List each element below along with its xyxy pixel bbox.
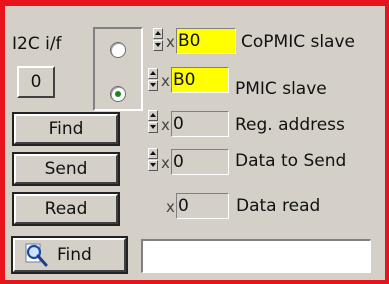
radio-pmic-slave[interactable]: [110, 86, 126, 102]
pmic-slave-label: PMIC slave: [235, 79, 327, 99]
hex-prefix: x: [166, 198, 175, 216]
i2c-index-control[interactable]: 0: [17, 66, 55, 98]
copmic-slave-label: CoPMIC slave: [241, 32, 355, 52]
reg-address-label: Reg. address: [235, 115, 345, 135]
search-find-button[interactable]: Find: [11, 236, 128, 274]
hex-prefix: x: [161, 116, 170, 134]
send-button[interactable]: Send: [12, 152, 120, 186]
magnifier-icon: [25, 243, 48, 267]
radio-selected-dot: [115, 91, 121, 97]
pmic-slave-spinner[interactable]: [148, 68, 158, 92]
read-button[interactable]: Read: [12, 192, 120, 226]
pmic-slave-input[interactable]: B0: [171, 67, 229, 93]
border-bottom: [0, 280, 389, 284]
reg-address-input[interactable]: 0: [171, 111, 229, 137]
data-to-send-spinner[interactable]: [148, 148, 158, 172]
i2c-control-panel: I2C i/f 0 x B0 CoPMIC slave x B0 PMIC sl…: [0, 0, 389, 284]
border-left: [0, 0, 5, 284]
hex-prefix: x: [161, 154, 170, 172]
data-read-indicator: 0: [176, 193, 229, 219]
hex-prefix: x: [166, 33, 175, 51]
border-right: [385, 0, 389, 284]
data-to-send-label: Data to Send: [235, 151, 347, 171]
radio-copmic-slave[interactable]: [110, 42, 126, 58]
hex-prefix: x: [161, 72, 170, 90]
copmic-slave-input[interactable]: B0: [176, 28, 236, 54]
search-find-label: Find: [57, 245, 92, 265]
copmic-slave-spinner[interactable]: [153, 28, 163, 52]
border-top: [0, 0, 389, 6]
reg-address-spinner[interactable]: [148, 110, 158, 134]
i2c-label: I2C i/f: [12, 34, 62, 54]
find-button[interactable]: Find: [12, 112, 120, 146]
search-input[interactable]: [141, 239, 371, 273]
data-read-label: Data read: [236, 196, 321, 216]
data-to-send-input[interactable]: 0: [171, 149, 229, 175]
